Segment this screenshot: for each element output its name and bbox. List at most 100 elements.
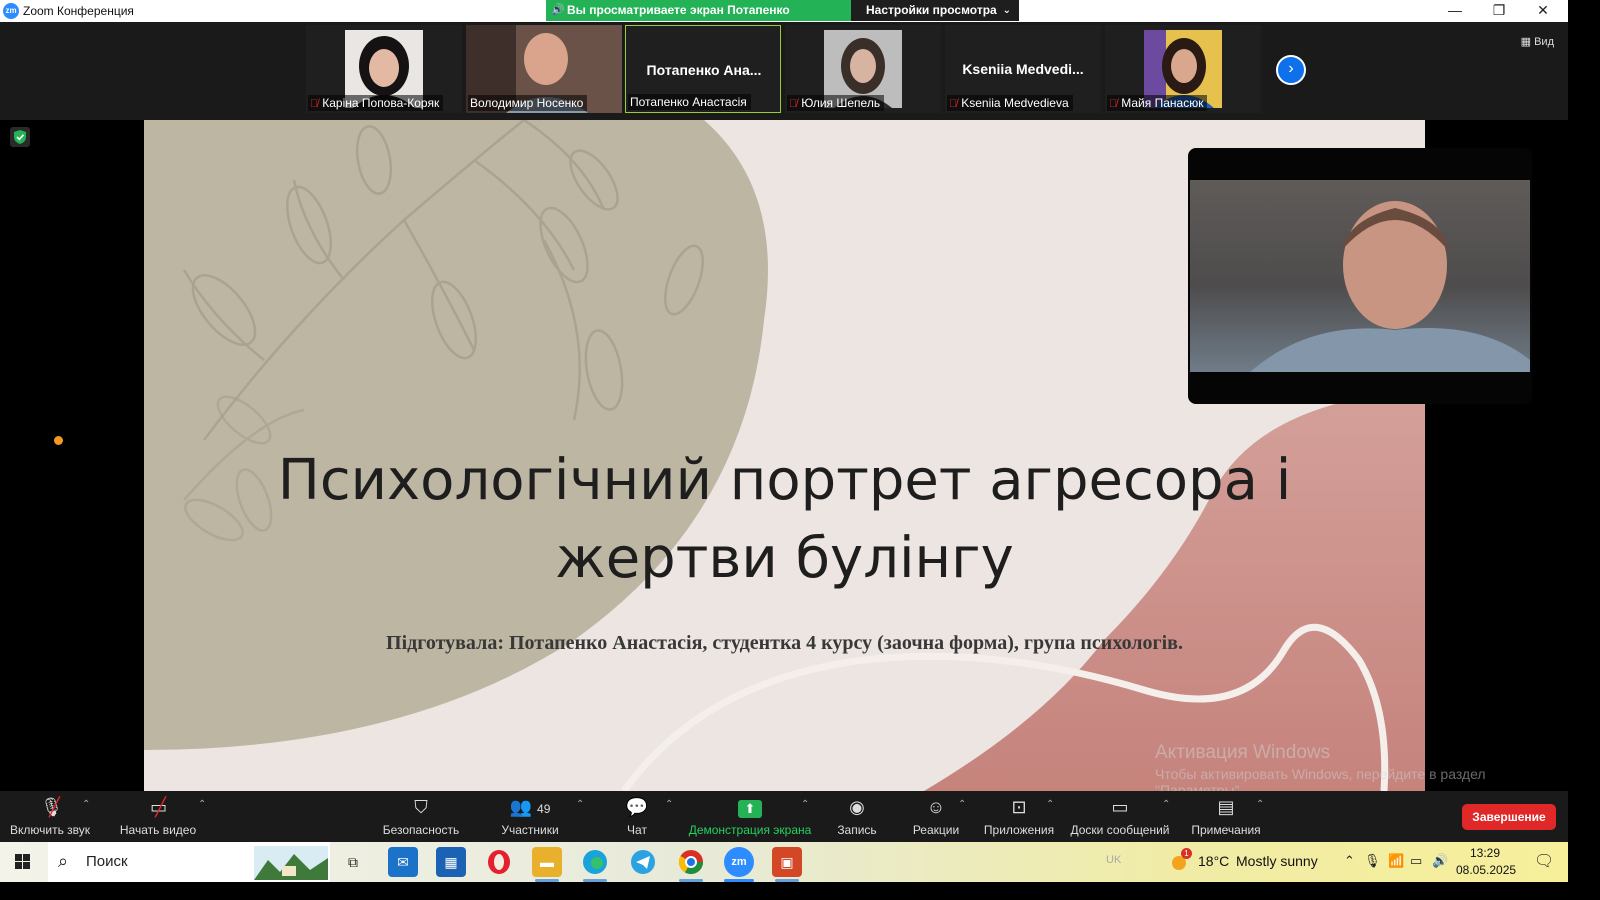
running-indicator-active [724,879,754,882]
participant-tile[interactable]: 🎙̸ Юлия Шепель [785,25,941,113]
weather-temperature[interactable]: 18°C [1198,853,1229,869]
microphone-icon[interactable]: 🎙 [1364,853,1381,869]
minimize-icon: — [1448,2,1462,18]
apps-icon: ⊡ [1011,797,1027,817]
participant-display-name: Kseniia Medvedi... [962,61,1084,77]
slide-subtitle: Підготувала: Потапенко Анастасія, студен… [386,632,1183,654]
participants-button[interactable]: 👥 49 Участники ⌃ [494,791,584,842]
notes-button[interactable]: ▤ Примечания ⌃ [1188,791,1264,842]
edge-icon [583,850,607,874]
participant-name-label: Потапенко Анастасія [628,94,751,110]
apps-options-caret[interactable]: ⌃ [1046,799,1054,810]
video-options-caret[interactable]: ⌃ [198,799,206,810]
audio-options-caret[interactable]: ⌃ [82,799,90,810]
taskbar-app-telegram[interactable] [628,847,658,877]
notes-options-caret[interactable]: ⌃ [1256,799,1264,810]
screen-share-banner: 🔊 Вы просматриваете экран Потапенко Анас… [546,0,851,38]
windows-logo-icon [15,854,30,869]
clock-time[interactable]: 13:29 [1470,846,1500,860]
chevron-up-icon[interactable]: ⌃ [1344,853,1355,869]
wifi-icon[interactable]: 📶 [1388,853,1404,869]
taskbar-app-mail[interactable]: ✉ [388,847,418,877]
title-bar: zm Zoom Конференция 🔊 Вы просматриваете … [0,0,1568,38]
whiteboard-icon: ▭ [1111,797,1129,817]
weather-widget-icon[interactable]: 1 [1170,848,1192,872]
people-icon: 👥 [509,797,533,817]
chevron-right-icon: › [1288,60,1294,77]
chevron-down-icon: ⌄ [1002,5,1011,16]
system-tray: UK 1 18°C Mostly sunny ⌃ 🎙 📶 ▭ 🔊 13:29 0… [1100,842,1568,882]
participant-tile[interactable]: Володимир Носенко [466,25,622,113]
folder-icon: ▬ [540,854,554,870]
share-screen-button[interactable]: ⬆ Демонстрация экрана ⌃ [686,791,814,842]
taskbar-app-zoom[interactable]: zm [724,847,754,877]
taskbar-search[interactable]: ⌕ Поиск [48,842,330,882]
participant-tile[interactable]: 🎙̸ Майя Панасюк [1105,25,1261,113]
language-indicator[interactable]: UK [1106,854,1121,866]
taskbar-app-edge[interactable] [580,847,610,877]
chat-options-caret[interactable]: ⌃ [665,799,673,810]
search-highlight-illustration [254,846,328,880]
share-options-caret[interactable]: ⌃ [801,799,809,810]
windows-activation-watermark: Активация Windows Чтобы активировать Win… [1155,742,1486,798]
end-meeting-button[interactable]: Завершение [1462,804,1556,830]
taskbar-app-opera[interactable] [484,847,514,877]
record-button[interactable]: ◉ Запись [830,791,884,842]
start-button[interactable] [0,842,46,882]
running-indicator [535,879,559,882]
store-icon: ▦ [444,854,458,870]
apps-button[interactable]: ⊡ Приложения ⌃ [982,791,1056,842]
close-icon: ✕ [1537,2,1549,18]
remote-cursor-indicator [54,436,63,445]
taskbar-app-powerpoint[interactable]: ▣ [772,847,802,877]
active-speaker-video[interactable] [1188,148,1532,404]
start-video-button[interactable]: ▭╱ Начать видео ⌃ [110,791,207,842]
participant-name-label: 🎙̸ Юлия Шепель [787,95,885,111]
participant-tile-active-speaker[interactable]: Потапенко Ана... Потапенко Анастасія [625,25,781,113]
participant-tile[interactable]: 🎙̸ Каріна Попова-Коряк [306,25,462,113]
security-button[interactable]: ⛉ Безопасность [376,791,466,842]
reactions-button[interactable]: ☺ Реакции ⌃ [906,791,967,842]
next-page-button[interactable]: › [1276,55,1306,85]
slide-title: Психологічний портрет агресора і жертви … [277,448,1292,591]
clock-date[interactable]: 08.05.2025 [1456,863,1516,877]
grid-icon: ▦ [1520,36,1532,48]
participant-tile[interactable]: Kseniia Medvedi... 🎙̸ Kseniia Medvedieva [945,25,1101,113]
restore-button[interactable]: ❐ [1477,0,1521,22]
reactions-options-caret[interactable]: ⌃ [958,799,966,810]
participant-strip: 🎙̸ Каріна Попова-Коряк Володимир Носенко … [0,22,1568,120]
taskbar-app-chrome[interactable] [676,847,706,877]
taskbar-app-file-explorer[interactable]: ▬ [532,847,562,877]
whiteboards-button[interactable]: ▭ Доски сообщений ⌃ [1070,791,1170,842]
powerpoint-icon: ▣ [780,854,794,870]
running-indicator [679,879,703,882]
view-button[interactable]: ▦ Вид [1521,35,1554,48]
notification-center-icon[interactable]: 🗨 [1534,851,1554,871]
restore-icon: ❐ [1492,2,1506,18]
participants-options-caret[interactable]: ⌃ [576,799,584,810]
mic-muted-icon: 🎙̸ [1109,98,1118,110]
minimize-button[interactable]: — [1433,0,1477,22]
participant-name-label: 🎙̸ Майя Панасюк [1107,95,1208,111]
encryption-shield-icon[interactable] [10,127,30,147]
chat-bubble-icon: 💬 [625,797,649,817]
notes-icon: ▤ [1217,797,1235,817]
weather-condition[interactable]: Mostly sunny [1236,853,1318,869]
task-view-icon: ⧉ [348,854,358,870]
unmute-button[interactable]: 🎙╱ Включить звук ⌃ [0,791,100,842]
participant-display-name: Потапенко Ана... [646,62,762,78]
chat-button[interactable]: 💬 Чат ⌃ [612,791,674,842]
meeting-controls-bar: 🎙╱ Включить звук ⌃ ▭╱ Начать видео ⌃ ⛉ Б… [0,791,1568,842]
weather-notification-badge: 1 [1181,848,1192,859]
search-icon: ⌕ [58,851,69,871]
smiley-icon: ☺ [926,797,946,817]
task-view-button[interactable]: ⧉ [338,847,368,877]
whiteboards-options-caret[interactable]: ⌃ [1162,799,1170,810]
opera-icon [488,850,510,874]
view-settings-button[interactable]: Настройки просмотра ⌄ [851,0,1019,21]
taskbar-app-store[interactable]: ▦ [436,847,466,877]
volume-icon[interactable]: 🔊 [1432,853,1448,869]
close-button[interactable]: ✕ [1521,0,1565,22]
telegram-icon [631,850,655,874]
battery-icon[interactable]: ▭ [1410,853,1422,869]
